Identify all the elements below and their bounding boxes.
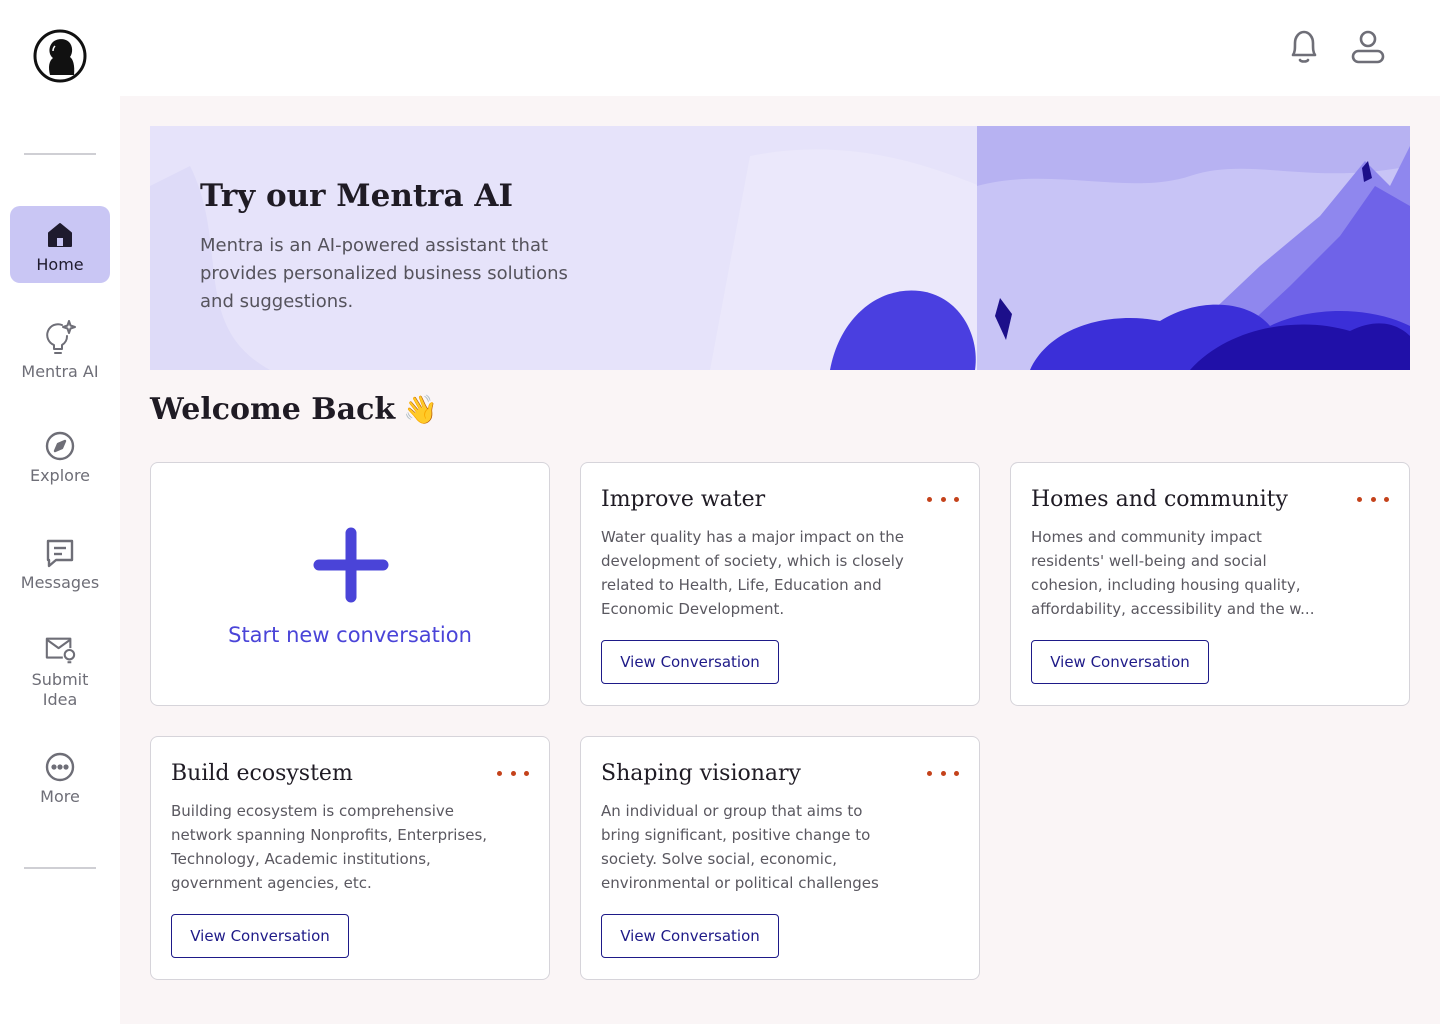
sidebar-item-label: Submit Idea [31,670,89,709]
logo-icon [33,29,87,83]
more-options-icon[interactable] [927,763,959,783]
card-title: Shaping visionary [601,761,801,786]
card-description: Homes and community impact residents' we… [1031,528,1315,618]
mentra-ai-banner[interactable]: Try our Mentra AI Mentra is an AI-powere… [150,126,1410,370]
banner-description: Mentra is an AI-powered assistant that p… [200,235,568,312]
sidebar-item-label: Messages [20,573,100,592]
card-title: Homes and community [1031,487,1288,512]
lightbulb-sparkle-icon [40,318,80,358]
card-title: Build ecosystem [171,761,353,786]
view-conversation-button[interactable]: View Conversation [171,914,349,958]
compass-icon [44,430,76,462]
start-new-conversation-card[interactable]: Start new conversation [150,462,550,706]
sidebar: Home Mentra AI Explore Messages Submit I… [0,0,120,1024]
card-title: Improve water [601,487,766,512]
sidebar-item-explore[interactable]: Explore [10,430,110,486]
welcome-text: Welcome Back [150,392,396,427]
view-conversation-button[interactable]: View Conversation [601,914,779,958]
sidebar-item-more[interactable]: More [10,751,110,807]
sidebar-item-mentra-ai[interactable]: Mentra AI [10,318,110,382]
more-options-icon[interactable] [1357,489,1389,509]
start-new-conversation-label: Start new conversation [228,623,472,647]
sidebar-item-submit-idea[interactable]: Submit Idea [10,634,110,710]
sidebar-divider-top [24,153,96,155]
plus-icon [313,527,389,603]
conversation-card: Shaping visionary An individual or group… [580,736,980,980]
main-content: Try our Mentra AI Mentra is an AI-powere… [120,96,1440,1024]
sidebar-item-label: Home [36,255,84,274]
card-description: Building ecosystem is comprehensive netw… [171,802,488,892]
more-circle-icon [44,751,76,783]
conversation-card: Build ecosystem Building ecosystem is co… [150,736,550,980]
home-icon [44,219,76,251]
sidebar-item-home[interactable]: Home [10,206,110,283]
mail-idea-icon [44,634,76,666]
welcome-heading: Welcome Back 👋 [150,392,438,427]
conversation-card: Homes and community Homes and community … [1010,462,1410,706]
banner-title: Try our Mentra AI [200,178,513,214]
sidebar-divider-bottom [24,867,96,869]
bell-icon[interactable] [1284,26,1324,66]
card-description: An individual or group that aims to brin… [601,802,879,892]
sidebar-item-label: Mentra AI [21,362,99,381]
view-conversation-button[interactable]: View Conversation [601,640,779,684]
message-icon [44,537,76,569]
card-description: Water quality has a major impact on the … [601,528,904,618]
sidebar-item-label: Explore [29,466,91,485]
waving-hand-emoji: 👋 [403,393,439,426]
app-logo[interactable] [33,29,87,83]
conversation-card: Improve water Water quality has a major … [580,462,980,706]
sidebar-item-label: More [40,787,80,806]
sidebar-item-messages[interactable]: Messages [10,537,110,593]
more-options-icon[interactable] [927,489,959,509]
view-conversation-button[interactable]: View Conversation [1031,640,1209,684]
more-options-icon[interactable] [497,763,529,783]
user-icon[interactable] [1348,26,1388,66]
